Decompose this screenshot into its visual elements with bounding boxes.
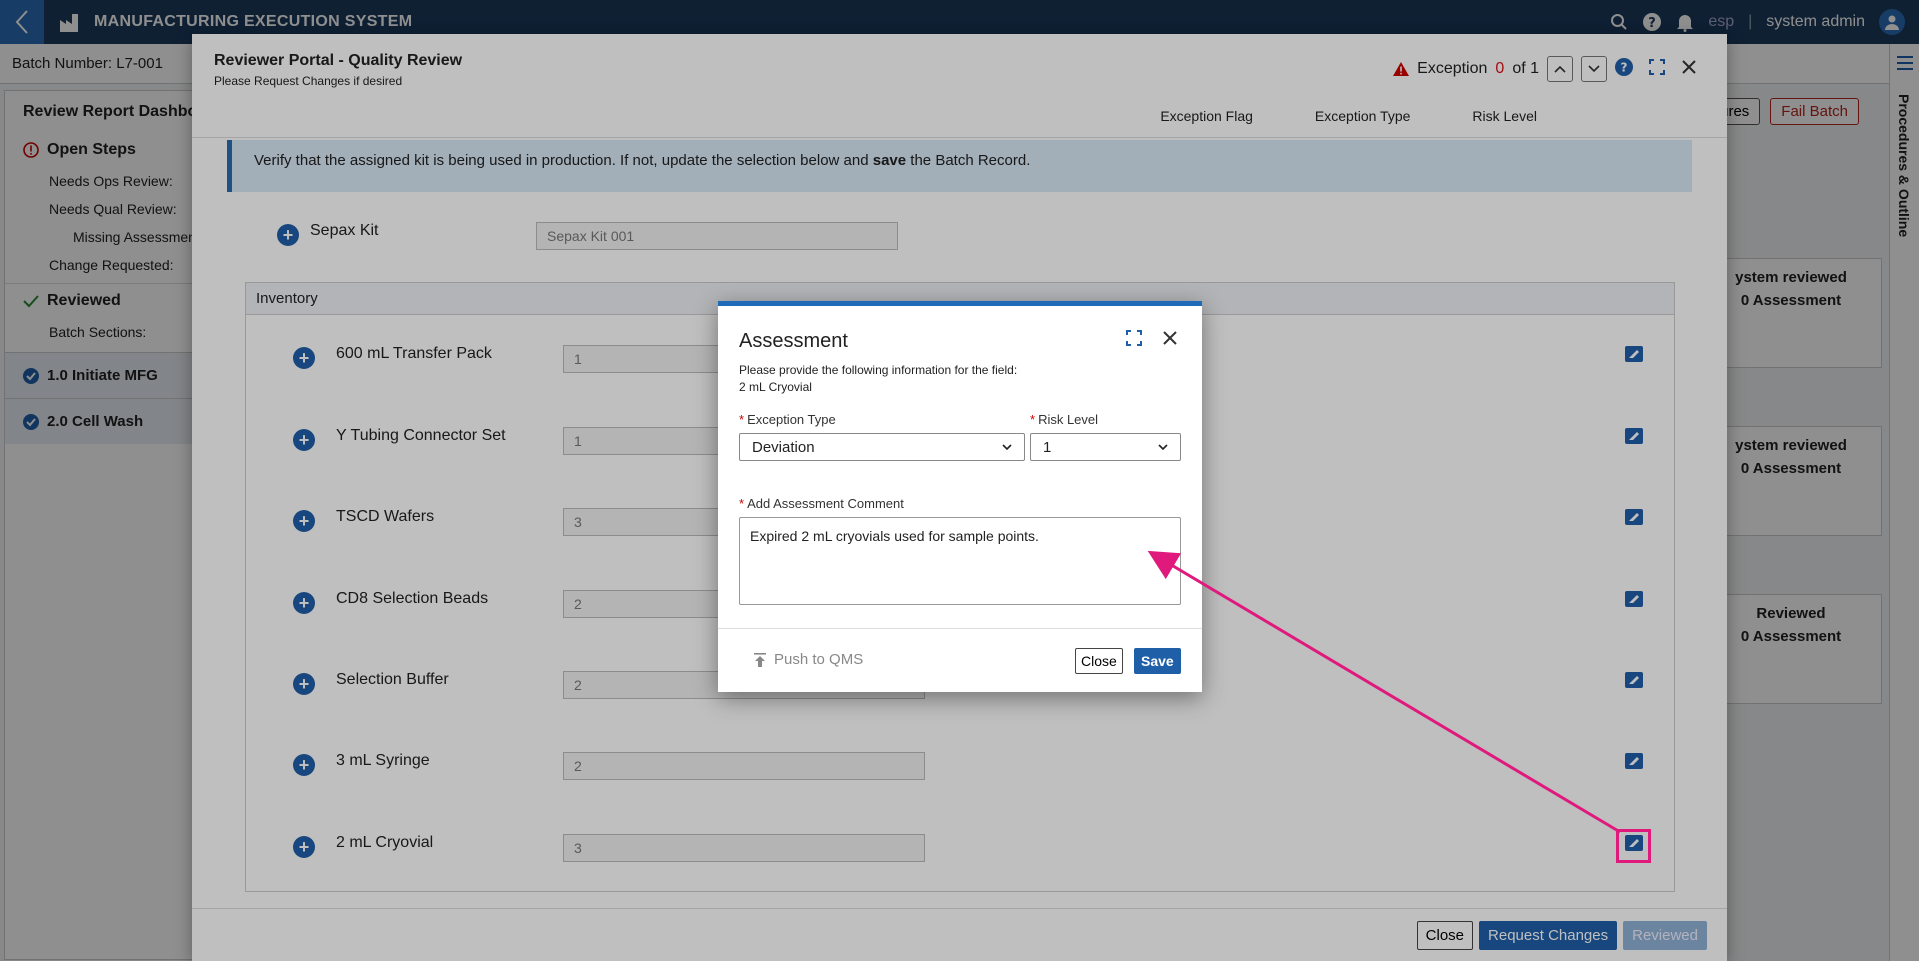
- dialog-save-button[interactable]: Save: [1134, 648, 1181, 674]
- label-text: Add Assessment Comment: [747, 496, 904, 511]
- assessment-comment-textarea[interactable]: Expired 2 mL cryovials used for sample p…: [739, 517, 1181, 605]
- assessment-dialog: Assessment Please provide the following …: [718, 301, 1202, 692]
- selected-value: 1: [1043, 438, 1052, 456]
- comment-label: * Add Assessment Comment: [739, 496, 904, 511]
- expand-icon[interactable]: [1126, 330, 1142, 346]
- upload-icon: [754, 652, 766, 667]
- exception-type-select[interactable]: Deviation: [739, 433, 1025, 461]
- description-line: Please provide the following information…: [739, 363, 1018, 377]
- label-text: Exception Type: [747, 412, 836, 427]
- push-to-qms-button[interactable]: Push to QMS: [754, 651, 863, 668]
- divider: [718, 628, 1202, 629]
- dialog-header-icons: [1126, 330, 1178, 346]
- dialog-description: Please provide the following information…: [739, 362, 1017, 396]
- label-text: Risk Level: [1038, 412, 1099, 427]
- dialog-title: Assessment: [739, 330, 848, 352]
- exception-type-label: * Exception Type: [739, 412, 836, 427]
- required-marker: *: [1030, 412, 1036, 427]
- selected-value: Deviation: [752, 438, 815, 456]
- app-root: MANUFACTURING EXECUTION SYSTEM ? esp | s…: [0, 0, 1919, 961]
- annotation-highlight: [1616, 829, 1651, 863]
- close-icon[interactable]: [1162, 330, 1178, 346]
- dialog-close-button[interactable]: Close: [1075, 648, 1123, 674]
- chevron-down-icon: [1002, 444, 1012, 450]
- required-marker: *: [739, 496, 745, 511]
- risk-level-label: * Risk Level: [1030, 412, 1098, 427]
- risk-level-select[interactable]: 1: [1030, 433, 1181, 461]
- required-marker: *: [739, 412, 745, 427]
- field-name: 2 mL Cryovial: [739, 380, 812, 394]
- chevron-down-icon: [1158, 444, 1168, 450]
- push-to-qms-label: Push to QMS: [774, 651, 864, 668]
